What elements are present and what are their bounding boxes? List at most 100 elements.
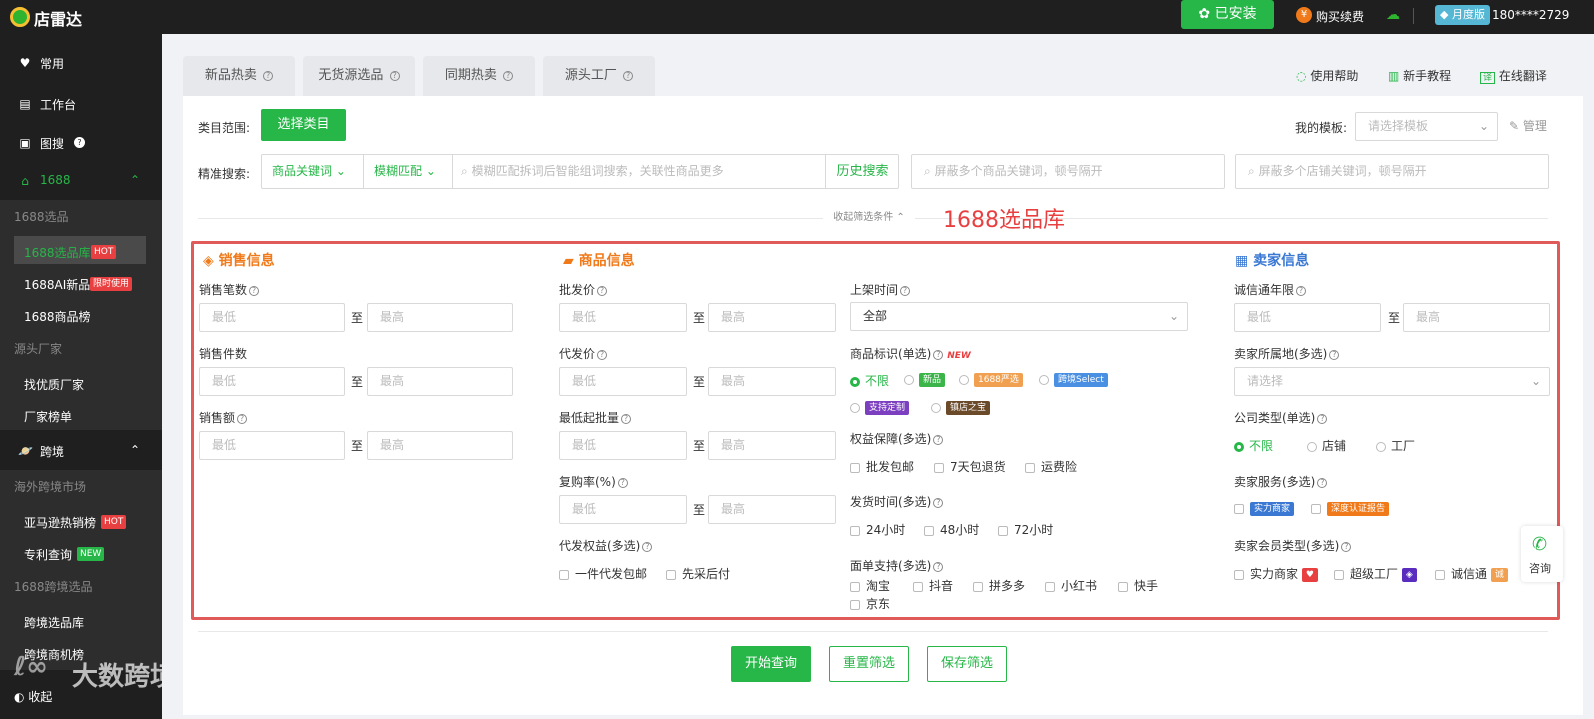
waybill-xhs[interactable]: 小红书	[1045, 577, 1097, 594]
ctype-factory[interactable]: 工厂	[1376, 437, 1415, 454]
waybill-taobao[interactable]: 淘宝	[850, 577, 890, 594]
member-super-factory[interactable]: 超级工厂 ◈	[1334, 565, 1417, 582]
help-link[interactable]: ◌ 使用帮助	[1296, 67, 1358, 84]
tab-factory[interactable]: 源头工厂 ?	[543, 56, 655, 96]
wholesale-max[interactable]: 最高	[708, 303, 836, 332]
sidebar-item-patent[interactable]: 专利查询 NEW	[0, 538, 162, 570]
collapse-filter-toggle[interactable]: 收起筛选条件 ⌃	[823, 208, 915, 228]
tutorial-link[interactable]: ▥ 新手教程	[1388, 67, 1451, 84]
user-phone[interactable]: 180****2729	[1492, 8, 1569, 22]
rights-7day[interactable]: 7天包退货	[934, 458, 1006, 475]
reset-filter-button[interactable]: 重置筛选	[829, 646, 909, 682]
match-type-select[interactable]: 模糊匹配 ⌄	[364, 155, 453, 188]
years-max[interactable]: 最高	[1403, 303, 1550, 332]
rights-free-ship[interactable]: 批发包邮	[850, 458, 914, 475]
min-batch-min[interactable]: 最低	[559, 431, 687, 460]
rights-freight-ins[interactable]: 运费险	[1025, 458, 1077, 475]
sales-count-max[interactable]: 最高	[367, 303, 513, 332]
service-strong[interactable]: 实力商家	[1234, 501, 1295, 516]
sidebar-item-1688[interactable]: ⌂ 1688 ⌃	[0, 164, 162, 198]
sales-amount-max[interactable]: 最高	[367, 431, 513, 460]
tab-no-stock[interactable]: 无货源选品 ?	[303, 56, 415, 96]
radio-button[interactable]	[931, 402, 941, 413]
radio-button[interactable]	[850, 376, 860, 387]
checkbox[interactable]	[1234, 503, 1244, 514]
checkbox[interactable]	[1025, 462, 1035, 473]
sidebar-item-amazon[interactable]: 亚马逊热销榜 HOT	[0, 506, 162, 538]
installed-button[interactable]: ✿ 已安装	[1181, 0, 1274, 29]
checkbox[interactable]	[924, 525, 934, 536]
renew-link[interactable]: 购买续费	[1316, 8, 1364, 25]
waybill-douyin[interactable]: 抖音	[913, 577, 953, 594]
waybill-pdd[interactable]: 拼多多	[973, 577, 1025, 594]
repurchase-max[interactable]: 最高	[708, 495, 836, 524]
checkbox[interactable]	[559, 569, 569, 580]
waybill-jd[interactable]: 京东	[850, 595, 890, 612]
checkbox[interactable]	[1118, 581, 1128, 592]
mark-radio-yx[interactable]: 1688严选	[959, 372, 1023, 387]
select-category-button[interactable]: 选择类目	[261, 109, 346, 141]
dropship-max[interactable]: 最高	[708, 367, 836, 396]
collapse-sidebar[interactable]: ◐ 收起	[14, 688, 52, 705]
member-strong[interactable]: 实力商家 ♥	[1234, 565, 1318, 582]
checkbox[interactable]	[850, 581, 860, 592]
checkbox[interactable]	[666, 569, 676, 580]
checkbox[interactable]	[1045, 581, 1055, 592]
checkbox[interactable]	[934, 462, 944, 473]
save-filter-button[interactable]: 保存筛选	[927, 646, 1007, 682]
cloud-download-icon[interactable]: ☁	[1386, 7, 1400, 23]
radio-button[interactable]	[959, 374, 969, 385]
sidebar-item-imgsearch[interactable]: ▣ 图搜?	[0, 126, 162, 160]
checkbox[interactable]	[973, 581, 983, 592]
sales-count-min[interactable]: 最低	[199, 303, 345, 332]
list-time-select[interactable]: 全部 ⌄	[850, 302, 1188, 331]
radio-button[interactable]	[1039, 374, 1049, 385]
radio-button[interactable]	[850, 402, 860, 413]
radio-button[interactable]	[1376, 441, 1386, 452]
sales-amount-min[interactable]: 最低	[199, 431, 345, 460]
tab-new-hot[interactable]: 新品热卖 ?	[183, 56, 295, 96]
start-search-button[interactable]: 开始查询	[731, 646, 811, 682]
mark-radio-new[interactable]: 新品	[904, 372, 946, 387]
template-select[interactable]: 请选择模板 ⌄	[1355, 112, 1498, 141]
block-shop-input[interactable]: ⌕ 屏蔽多个店铺关键词，顿号隔开	[1235, 154, 1549, 189]
radio-button[interactable]	[1234, 441, 1244, 452]
tab-same-period[interactable]: 同期热卖 ?	[423, 56, 535, 96]
checkbox[interactable]	[1334, 569, 1344, 580]
history-search-button[interactable]: 历史搜索	[825, 155, 899, 188]
ship-48h[interactable]: 48小时	[924, 521, 979, 538]
sales-pieces-min[interactable]: 最低	[199, 367, 345, 396]
dropship-min[interactable]: 最低	[559, 367, 687, 396]
sidebar-item-factory-rank[interactable]: 厂家榜单	[0, 400, 162, 430]
checkbox[interactable]	[1435, 569, 1445, 580]
mark-radio-all[interactable]: 不限	[850, 372, 889, 389]
sidebar-item-sel-lib[interactable]: 1688选品库 HOT	[0, 234, 162, 268]
repurchase-min[interactable]: 最低	[559, 495, 687, 524]
sidebar-item-cb-lib[interactable]: 跨境选品库	[0, 606, 162, 638]
ctype-all[interactable]: 不限	[1234, 437, 1273, 454]
member-cxt[interactable]: 诚信通 诚	[1435, 565, 1508, 582]
radio-button[interactable]	[1307, 441, 1317, 452]
sales-pieces-max[interactable]: 最高	[367, 367, 513, 396]
keyword-type-select[interactable]: 商品关键词 ⌄	[262, 155, 364, 188]
checkbox[interactable]	[850, 599, 860, 610]
sidebar-item-rank[interactable]: 1688商品榜	[0, 300, 162, 332]
checkbox[interactable]	[998, 525, 1008, 536]
waybill-kuaishou[interactable]: 快手	[1118, 577, 1158, 594]
ship-72h[interactable]: 72小时	[998, 521, 1053, 538]
years-min[interactable]: 最低	[1234, 303, 1381, 332]
radio-button[interactable]	[904, 374, 914, 385]
manage-link[interactable]: ✎ 管理	[1509, 117, 1547, 134]
mark-radio-custom[interactable]: 支持定制	[850, 400, 910, 415]
sidebar-item-fav[interactable]: ♥ 常用	[0, 46, 162, 80]
consult-widget[interactable]: ✆ 咨询	[1521, 526, 1563, 582]
service-deep-cert[interactable]: 深度认证报告	[1311, 501, 1390, 516]
block-goods-input[interactable]: ⌕ 屏蔽多个商品关键词，顿号隔开	[911, 154, 1225, 189]
sidebar-item-ai-new[interactable]: 1688AI新品 限时使用	[0, 268, 162, 300]
sidebar-item-workbench[interactable]: ▤ 工作台	[0, 87, 162, 121]
mark-radio-shop[interactable]: 镇店之宝	[931, 400, 991, 415]
checkbox[interactable]	[1311, 503, 1321, 514]
ctype-shop[interactable]: 店铺	[1307, 437, 1346, 454]
translate-link[interactable]: 译 在线翻译	[1480, 67, 1547, 84]
sidebar-item-crossborder[interactable]: 🪐 跨境 ⌃	[0, 434, 162, 468]
